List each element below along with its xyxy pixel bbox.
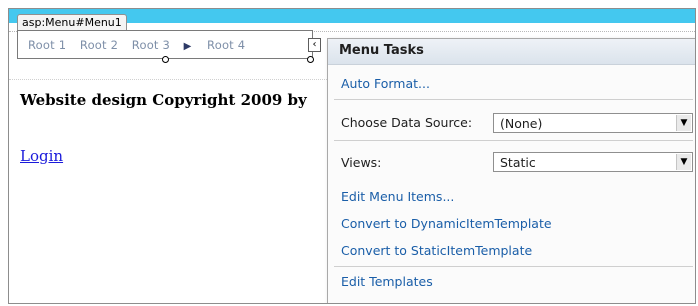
dropdown-arrow-icon[interactable]: ▼: [676, 154, 691, 170]
edit-templates-link[interactable]: Edit Templates: [341, 274, 433, 289]
menu-tasks-panel: Menu Tasks Auto Format... Choose Data So…: [327, 38, 695, 303]
convert-dynamic-link[interactable]: Convert to DynamicItemTemplate: [341, 216, 552, 231]
control-tag: asp:Menu#Menu1: [17, 14, 127, 30]
resize-handle-bottom[interactable]: [162, 56, 169, 63]
menu-control[interactable]: Root 1 Root 2 Root 3 ▶ Root 4: [17, 30, 314, 63]
tasks-title: Menu Tasks: [339, 43, 424, 58]
menu-item-root-2[interactable]: Root 2: [80, 38, 118, 52]
edit-menu-items-link[interactable]: Edit Menu Items...: [341, 189, 454, 204]
data-source-select[interactable]: (None) ▼: [493, 113, 693, 133]
separator: [334, 99, 693, 100]
menu-items: Root 1 Root 2 Root 3 ▶ Root 4: [28, 38, 255, 52]
copyright-text: Website design Copyright 2009 by: [20, 91, 307, 109]
menu-item-root-1[interactable]: Root 1: [28, 38, 66, 52]
design-surface: asp:Menu#Menu1 Root 1 Root 2 Root 3 ▶ Ro…: [8, 8, 696, 304]
tasks-header: Menu Tasks: [328, 39, 695, 65]
chevron-left-icon[interactable]: ‹: [308, 38, 321, 52]
login-link[interactable]: Login: [20, 147, 63, 165]
resize-handle-corner[interactable]: [307, 56, 314, 63]
data-source-label: Choose Data Source:: [341, 115, 473, 130]
dropdown-arrow-icon[interactable]: ▼: [676, 115, 691, 131]
menu-item-root-3[interactable]: Root 3: [132, 38, 170, 52]
separator: [334, 140, 693, 141]
convert-static-link[interactable]: Convert to StaticItemTemplate: [341, 243, 532, 258]
triangle-right-icon: ▶: [183, 41, 192, 52]
views-label: Views:: [341, 155, 382, 170]
data-source-value: (None): [500, 116, 543, 131]
auto-format-link[interactable]: Auto Format...: [341, 76, 430, 91]
separator: [334, 266, 693, 267]
menu-item-root-4[interactable]: Root 4: [207, 38, 245, 52]
views-select[interactable]: Static ▼: [493, 152, 693, 172]
views-value: Static: [500, 155, 536, 170]
